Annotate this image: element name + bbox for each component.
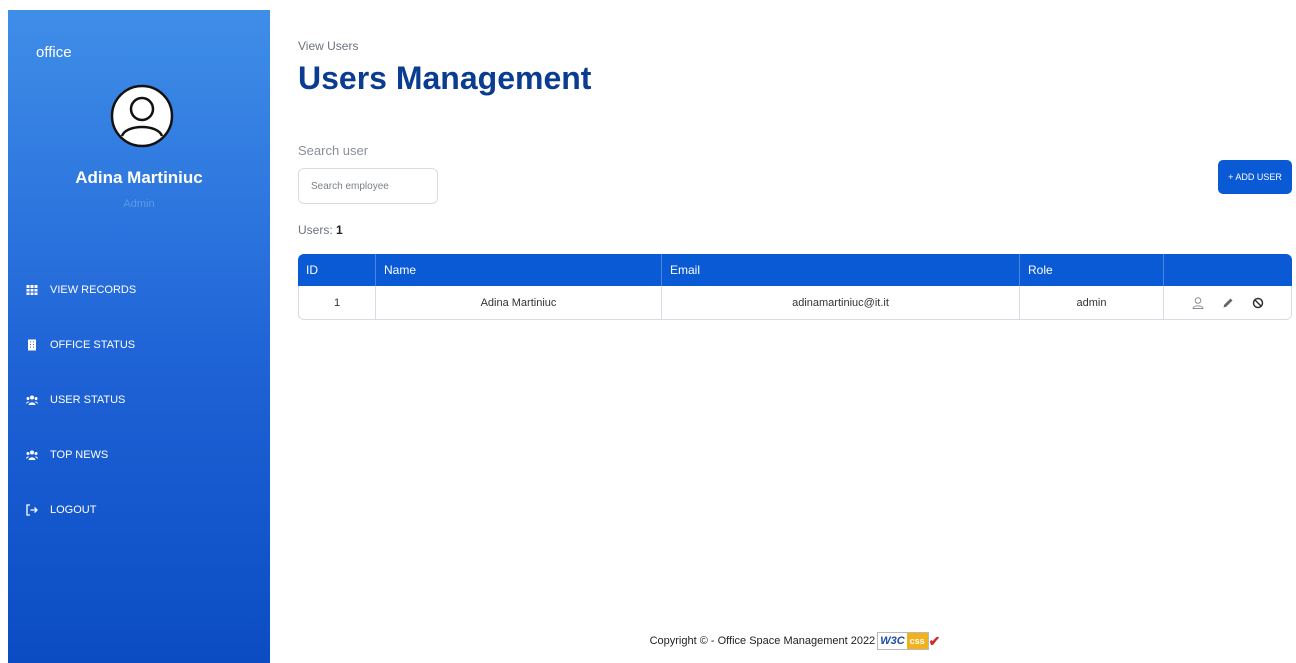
table-icon [26, 284, 38, 296]
column-header-email[interactable]: Email [662, 254, 1020, 286]
column-header-actions [1164, 254, 1292, 286]
cell-id: 1 [298, 286, 376, 320]
brand-name: office [36, 44, 72, 61]
page-title: Users Management [298, 60, 592, 96]
edit-pencil-icon[interactable] [1221, 296, 1235, 310]
column-header-role[interactable]: Role [1020, 254, 1164, 286]
users-count-label: Users: [298, 223, 333, 237]
search-label: Search user [298, 143, 369, 158]
cell-name: Adina Martiniuc [376, 286, 662, 320]
footer: Copyright © - Office Space Management 20… [298, 632, 1292, 650]
users-count-value: 1 [336, 223, 343, 237]
user-name: Adina Martiniuc [75, 168, 203, 187]
search-input[interactable] [298, 168, 438, 204]
cell-role: admin [1020, 286, 1164, 320]
sidebar-nav: VIEW RECORDS OFFICE STATUS USER STATUS T… [8, 262, 270, 537]
view-user-icon[interactable] [1191, 296, 1205, 310]
sidebar-item-label: OFFICE STATUS [50, 338, 136, 351]
column-header-id[interactable]: ID [298, 254, 376, 286]
sidebar-item-label: TOP NEWS [50, 448, 109, 461]
sidebar-item-top-news[interactable]: TOP NEWS [8, 427, 270, 482]
cell-email: adinamartiniuc@it.it [662, 286, 1020, 320]
logout-icon [26, 503, 38, 516]
column-header-name[interactable]: Name [376, 254, 662, 286]
users-table: ID Name Email Role 1 Adina Martiniuc adi… [298, 254, 1292, 320]
sidebar-item-label: LOGOUT [50, 503, 97, 516]
sidebar-item-label: VIEW RECORDS [50, 283, 137, 296]
table-header-row: ID Name Email Role [298, 254, 1292, 286]
sidebar-item-logout[interactable]: LOGOUT [8, 482, 270, 537]
building-icon [26, 339, 38, 351]
add-user-button[interactable]: + ADD USER [1218, 160, 1292, 194]
css-badge-label: css [906, 633, 928, 649]
sidebar: office Adina Martiniuc Admin VIEW RECORD… [8, 10, 270, 663]
copyright-text: Copyright © - Office Space Management 20… [649, 635, 876, 647]
block-user-icon[interactable] [1251, 296, 1265, 310]
user-role: Admin [123, 198, 155, 210]
sidebar-item-view-records[interactable]: VIEW RECORDS [8, 262, 270, 317]
sidebar-item-label: USER STATUS [50, 393, 126, 406]
sidebar-item-office-status[interactable]: OFFICE STATUS [8, 317, 270, 372]
breadcrumb[interactable]: View Users [298, 39, 358, 53]
users-icon [26, 394, 38, 406]
table-row: 1 Adina Martiniuc adinamartiniuc@it.it a… [298, 286, 1292, 320]
main-content: View Users Users Management Search user … [298, 0, 1292, 663]
users-icon [26, 449, 38, 461]
cell-actions [1164, 286, 1292, 320]
checkmark-icon: ✔ [928, 632, 941, 649]
users-count: Users: 1 [298, 223, 343, 237]
avatar-icon [110, 84, 174, 148]
sidebar-item-user-status[interactable]: USER STATUS [8, 372, 270, 427]
w3c-css-badge[interactable]: W3C css [877, 632, 929, 650]
w3c-badge-label: W3C [878, 635, 907, 647]
